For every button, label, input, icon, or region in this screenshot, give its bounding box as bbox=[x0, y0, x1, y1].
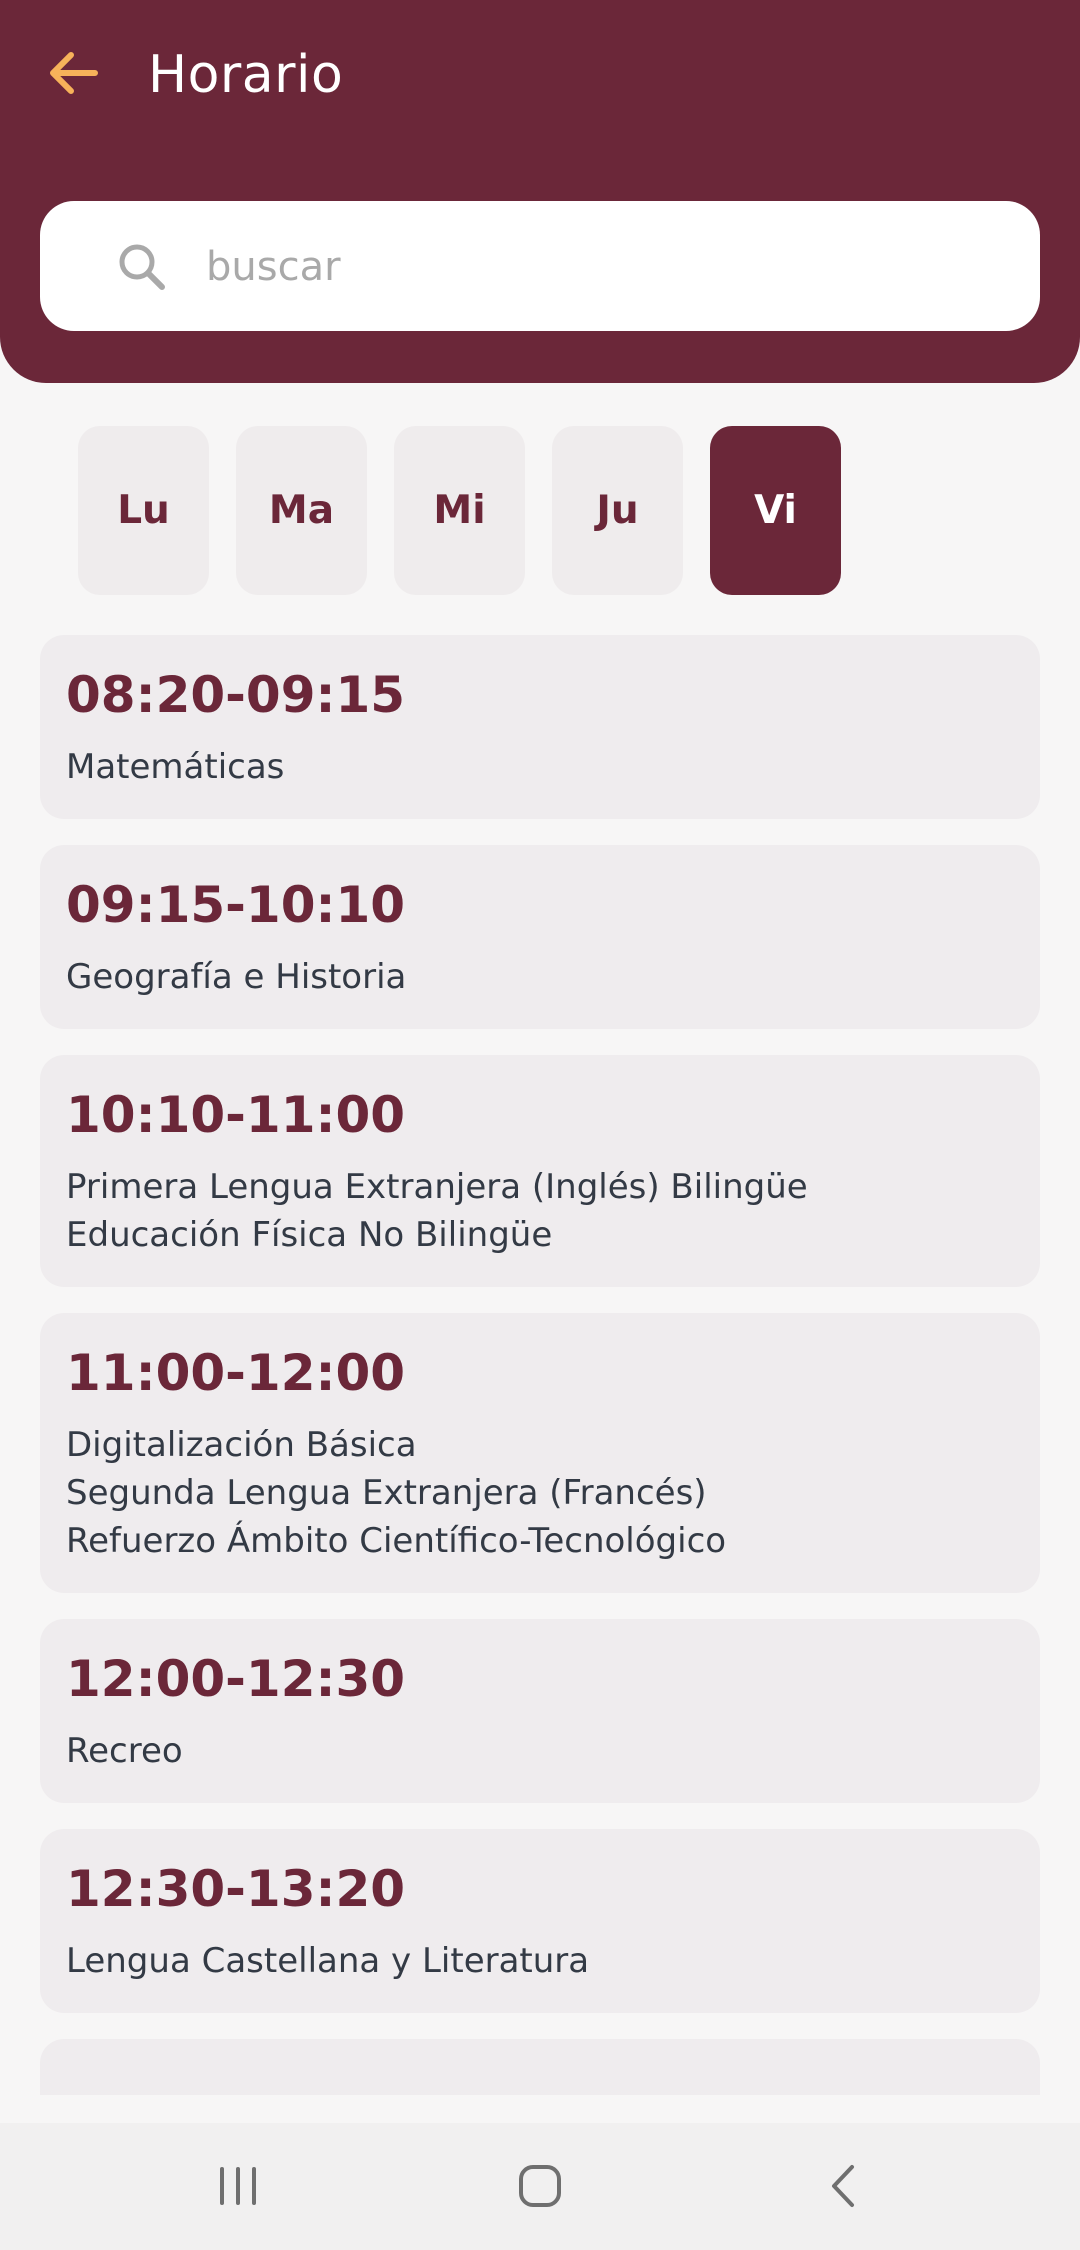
time-slot: 10:10-11:00 bbox=[66, 1086, 406, 1144]
schedule-card-partial[interactable] bbox=[40, 2039, 1040, 2095]
recent-apps-icon bbox=[220, 2167, 256, 2205]
recent-apps-button[interactable] bbox=[193, 2151, 283, 2221]
time-slot: 09:15-10:10 bbox=[66, 876, 406, 934]
subject-name: Segunda Lengua Extranjera (Francés) bbox=[66, 1473, 707, 1513]
day-tab-monday[interactable]: Lu bbox=[78, 426, 209, 595]
day-tab-thursday[interactable]: Ju bbox=[552, 426, 683, 595]
app-screen: Horario Lu Ma Mi Ju Vi 08:20-09:15 Matem… bbox=[0, 0, 1080, 2250]
subject-name: Lengua Castellana y Literatura bbox=[66, 1941, 590, 1981]
schedule-card[interactable]: 08:20-09:15 Matemáticas bbox=[40, 635, 1040, 819]
arrow-left-icon bbox=[50, 52, 98, 94]
subject-name: Matemáticas bbox=[66, 747, 285, 787]
day-tab-friday[interactable]: Vi bbox=[710, 426, 841, 595]
day-tab-tuesday[interactable]: Ma bbox=[236, 426, 367, 595]
schedule-card[interactable]: 12:30-13:20 Lengua Castellana y Literatu… bbox=[40, 1829, 1040, 2013]
subject-name: Educación Física No Bilingüe bbox=[66, 1215, 553, 1255]
search-input[interactable] bbox=[204, 201, 1008, 333]
day-selector: Lu Ma Mi Ju Vi bbox=[78, 426, 841, 595]
schedule-card[interactable]: 11:00-12:00 Digitalización Básica Segund… bbox=[40, 1313, 1040, 1593]
schedule-card[interactable]: 12:00-12:30 Recreo bbox=[40, 1619, 1040, 1803]
day-tab-wednesday[interactable]: Mi bbox=[394, 426, 525, 595]
search-bar[interactable] bbox=[40, 201, 1040, 333]
subject-name: Refuerzo Ámbito Científico-Tecnológico bbox=[66, 1521, 727, 1561]
time-slot: 08:20-09:15 bbox=[66, 666, 406, 724]
schedule-list[interactable]: 08:20-09:15 Matemáticas 09:15-10:10 Geog… bbox=[40, 635, 1040, 2095]
home-button[interactable] bbox=[495, 2151, 585, 2221]
subject-name: Primera Lengua Extranjera (Inglés) Bilin… bbox=[66, 1167, 808, 1207]
app-header: Horario bbox=[0, 0, 1080, 383]
subject-name: Digitalización Básica bbox=[66, 1425, 417, 1465]
back-chevron-icon bbox=[832, 2165, 854, 2207]
search-icon bbox=[119, 244, 165, 290]
time-slot: 12:30-13:20 bbox=[66, 1860, 406, 1918]
time-slot: 11:00-12:00 bbox=[66, 1344, 406, 1402]
time-slot: 12:00-12:30 bbox=[66, 1650, 406, 1708]
page-title: Horario bbox=[148, 45, 344, 105]
subject-name: Geografía e Historia bbox=[66, 957, 407, 997]
subject-name: Recreo bbox=[66, 1731, 183, 1771]
back-button[interactable] bbox=[38, 38, 108, 108]
schedule-card[interactable]: 09:15-10:10 Geografía e Historia bbox=[40, 845, 1040, 1029]
schedule-card[interactable]: 10:10-11:00 Primera Lengua Extranjera (I… bbox=[40, 1055, 1040, 1287]
system-back-button[interactable] bbox=[798, 2151, 888, 2221]
system-nav-bar bbox=[0, 2123, 1080, 2250]
home-icon bbox=[519, 2165, 561, 2207]
